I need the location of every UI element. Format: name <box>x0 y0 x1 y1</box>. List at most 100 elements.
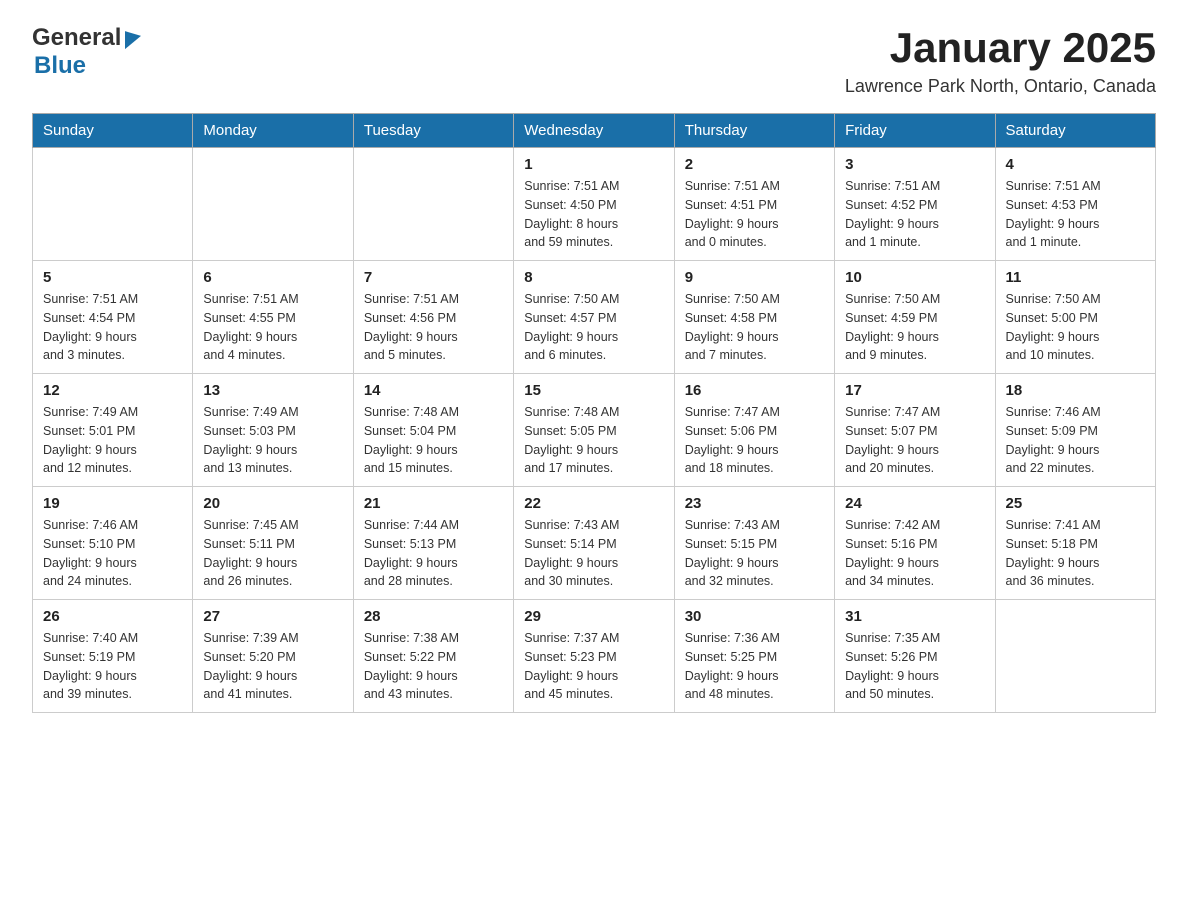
day-info: Sunrise: 7:47 AMSunset: 5:06 PMDaylight:… <box>685 403 824 478</box>
logo: General Blue <box>32 24 141 80</box>
day-number: 18 <box>1006 382 1145 399</box>
calendar-cell: 13 Sunrise: 7:49 AMSunset: 5:03 PMDayligh… <box>193 374 353 487</box>
calendar-cell <box>353 148 513 261</box>
calendar-cell: 31Sunrise: 7:35 AMSunset: 5:26 PMDayligh… <box>835 600 995 713</box>
day-number: 23 <box>685 495 824 512</box>
calendar-cell: 24 Sunrise: 7:42 AMSunset: 5:16 PMDayligh… <box>835 487 995 600</box>
calendar-cell: 25Sunrise: 7:41 AMSunset: 5:18 PMDayligh… <box>995 487 1155 600</box>
calendar-cell: 28 Sunrise: 7:38 AMSunset: 5:22 PMDayligh… <box>353 600 513 713</box>
day-info: Sunrise: 7:49 AMSunset: 5:01 PMDaylight:… <box>43 403 182 478</box>
day-info: Sunrise: 7:50 AMSunset: 4:59 PMDaylight:… <box>845 290 984 365</box>
day-number: 11 <box>1006 269 1145 286</box>
day-info: Sunrise: 7:50 AMSunset: 4:58 PMDaylight:… <box>685 290 824 365</box>
calendar-cell: 11 Sunrise: 7:50 AMSunset: 5:00 PMDayligh… <box>995 261 1155 374</box>
day-number: 3 <box>845 156 984 173</box>
calendar-week-row: 26 Sunrise: 7:40 AMSunset: 5:19 PMDayligh… <box>33 600 1156 713</box>
day-number: 26 <box>43 608 182 625</box>
weekday-header-row: SundayMondayTuesdayWednesdayThursdayFrid… <box>33 114 1156 148</box>
calendar-cell: 5Sunrise: 7:51 AMSunset: 4:54 PMDaylight… <box>33 261 193 374</box>
day-info: Sunrise: 7:39 AMSunset: 5:20 PMDaylight:… <box>203 629 342 704</box>
calendar-week-row: 1Sunrise: 7:51 AMSunset: 4:50 PMDaylight… <box>33 148 1156 261</box>
day-number: 24 <box>845 495 984 512</box>
day-number: 9 <box>685 269 824 286</box>
calendar-cell: 9 Sunrise: 7:50 AMSunset: 4:58 PMDaylight… <box>674 261 834 374</box>
day-info: Sunrise: 7:51 AMSunset: 4:51 PMDaylight:… <box>685 177 824 252</box>
day-info: Sunrise: 7:51 AMSunset: 4:52 PMDaylight:… <box>845 177 984 252</box>
day-number: 8 <box>524 269 663 286</box>
day-number: 14 <box>364 382 503 399</box>
day-number: 29 <box>524 608 663 625</box>
calendar-cell: 14 Sunrise: 7:48 AMSunset: 5:04 PMDayligh… <box>353 374 513 487</box>
day-number: 20 <box>203 495 342 512</box>
calendar-cell: 26 Sunrise: 7:40 AMSunset: 5:19 PMDayligh… <box>33 600 193 713</box>
calendar-week-row: 12Sunrise: 7:49 AMSunset: 5:01 PMDayligh… <box>33 374 1156 487</box>
weekday-header-thursday: Thursday <box>674 114 834 148</box>
location-title: Lawrence Park North, Ontario, Canada <box>845 76 1156 97</box>
day-number: 19 <box>43 495 182 512</box>
calendar-table: SundayMondayTuesdayWednesdayThursdayFrid… <box>32 113 1156 713</box>
calendar-cell: 18 Sunrise: 7:46 AMSunset: 5:09 PMDayligh… <box>995 374 1155 487</box>
day-info: Sunrise: 7:37 AMSunset: 5:23 PMDaylight:… <box>524 629 663 704</box>
day-number: 27 <box>203 608 342 625</box>
day-number: 6 <box>203 269 342 286</box>
day-info: Sunrise: 7:48 AMSunset: 5:04 PMDaylight:… <box>364 403 503 478</box>
calendar-cell <box>995 600 1155 713</box>
weekday-header-tuesday: Tuesday <box>353 114 513 148</box>
day-info: Sunrise: 7:36 AMSunset: 5:25 PMDaylight:… <box>685 629 824 704</box>
day-info: Sunrise: 7:50 AMSunset: 5:00 PMDaylight:… <box>1006 290 1145 365</box>
day-info: Sunrise: 7:51 AMSunset: 4:54 PMDaylight:… <box>43 290 182 365</box>
calendar-cell: 2 Sunrise: 7:51 AMSunset: 4:51 PMDaylight… <box>674 148 834 261</box>
calendar-cell: 7Sunrise: 7:51 AMSunset: 4:56 PMDaylight… <box>353 261 513 374</box>
day-info: Sunrise: 7:40 AMSunset: 5:19 PMDaylight:… <box>43 629 182 704</box>
calendar-cell: 3 Sunrise: 7:51 AMSunset: 4:52 PMDaylight… <box>835 148 995 261</box>
calendar-cell: 16 Sunrise: 7:47 AMSunset: 5:06 PMDayligh… <box>674 374 834 487</box>
day-number: 13 <box>203 382 342 399</box>
weekday-header-sunday: Sunday <box>33 114 193 148</box>
calendar-cell: 6 Sunrise: 7:51 AMSunset: 4:55 PMDaylight… <box>193 261 353 374</box>
day-info: Sunrise: 7:43 AMSunset: 5:15 PMDaylight:… <box>685 516 824 591</box>
calendar-cell: 12Sunrise: 7:49 AMSunset: 5:01 PMDayligh… <box>33 374 193 487</box>
calendar-cell: 4 Sunrise: 7:51 AMSunset: 4:53 PMDaylight… <box>995 148 1155 261</box>
calendar-cell: 1Sunrise: 7:51 AMSunset: 4:50 PMDaylight… <box>514 148 674 261</box>
calendar-cell: 23 Sunrise: 7:43 AMSunset: 5:15 PMDayligh… <box>674 487 834 600</box>
day-info: Sunrise: 7:38 AMSunset: 5:22 PMDaylight:… <box>364 629 503 704</box>
month-title: January 2025 <box>845 24 1156 72</box>
day-number: 22 <box>524 495 663 512</box>
logo-blue-text: Blue <box>34 52 86 80</box>
day-info: Sunrise: 7:49 AMSunset: 5:03 PMDaylight:… <box>203 403 342 478</box>
weekday-header-wednesday: Wednesday <box>514 114 674 148</box>
day-info: Sunrise: 7:42 AMSunset: 5:16 PMDaylight:… <box>845 516 984 591</box>
day-number: 2 <box>685 156 824 173</box>
day-number: 1 <box>524 156 663 173</box>
day-info: Sunrise: 7:46 AMSunset: 5:09 PMDaylight:… <box>1006 403 1145 478</box>
calendar-week-row: 19Sunrise: 7:46 AMSunset: 5:10 PMDayligh… <box>33 487 1156 600</box>
day-info: Sunrise: 7:50 AMSunset: 4:57 PMDaylight:… <box>524 290 663 365</box>
calendar-cell <box>33 148 193 261</box>
day-info: Sunrise: 7:44 AMSunset: 5:13 PMDaylight:… <box>364 516 503 591</box>
calendar-cell: 27 Sunrise: 7:39 AMSunset: 5:20 PMDayligh… <box>193 600 353 713</box>
weekday-header-friday: Friday <box>835 114 995 148</box>
day-number: 4 <box>1006 156 1145 173</box>
day-info: Sunrise: 7:51 AMSunset: 4:55 PMDaylight:… <box>203 290 342 365</box>
calendar-cell: 17 Sunrise: 7:47 AMSunset: 5:07 PMDayligh… <box>835 374 995 487</box>
logo-arrow-icon <box>125 27 141 49</box>
calendar-cell: 15Sunrise: 7:48 AMSunset: 5:05 PMDayligh… <box>514 374 674 487</box>
day-number: 16 <box>685 382 824 399</box>
calendar-cell: 10Sunrise: 7:50 AMSunset: 4:59 PMDayligh… <box>835 261 995 374</box>
calendar-cell: 22 Sunrise: 7:43 AMSunset: 5:14 PMDayligh… <box>514 487 674 600</box>
calendar-cell: 8 Sunrise: 7:50 AMSunset: 4:57 PMDaylight… <box>514 261 674 374</box>
day-info: Sunrise: 7:47 AMSunset: 5:07 PMDaylight:… <box>845 403 984 478</box>
day-number: 28 <box>364 608 503 625</box>
day-info: Sunrise: 7:45 AMSunset: 5:11 PMDaylight:… <box>203 516 342 591</box>
calendar-cell: 21Sunrise: 7:44 AMSunset: 5:13 PMDayligh… <box>353 487 513 600</box>
title-area: January 2025 Lawrence Park North, Ontari… <box>845 24 1156 97</box>
day-info: Sunrise: 7:41 AMSunset: 5:18 PMDaylight:… <box>1006 516 1145 591</box>
day-number: 17 <box>845 382 984 399</box>
page-header: General Blue January 2025 Lawrence Park … <box>32 24 1156 97</box>
calendar-cell: 20 Sunrise: 7:45 AMSunset: 5:11 PMDayligh… <box>193 487 353 600</box>
day-number: 15 <box>524 382 663 399</box>
day-info: Sunrise: 7:51 AMSunset: 4:53 PMDaylight:… <box>1006 177 1145 252</box>
day-number: 7 <box>364 269 503 286</box>
day-info: Sunrise: 7:43 AMSunset: 5:14 PMDaylight:… <box>524 516 663 591</box>
calendar-cell: 19Sunrise: 7:46 AMSunset: 5:10 PMDayligh… <box>33 487 193 600</box>
